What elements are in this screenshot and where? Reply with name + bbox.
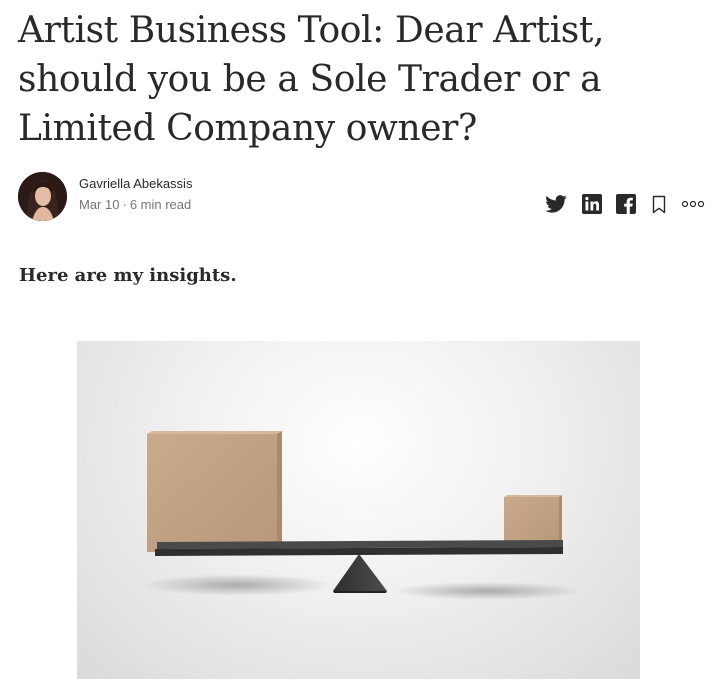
floor-shadow-left: [142, 574, 332, 596]
publish-date: Mar 10: [79, 197, 120, 212]
more-options-button[interactable]: [680, 193, 706, 215]
twitter-icon: [545, 195, 567, 213]
facebook-icon: [616, 194, 636, 214]
article-title: Artist Business Tool: Dear Artist, shoul…: [18, 10, 604, 149]
author-name[interactable]: Gavriella Abekassis: [79, 176, 192, 191]
small-box: [504, 495, 562, 547]
more-icon: [681, 200, 705, 208]
article-intro: Here are my insights.: [19, 265, 237, 286]
bookmark-icon: [652, 195, 666, 213]
facebook-share-button[interactable]: [615, 193, 637, 215]
hero-image: [77, 341, 640, 679]
seesaw-fulcrum: [333, 554, 387, 591]
twitter-share-button[interactable]: [544, 193, 568, 215]
bookmark-button[interactable]: [651, 193, 667, 215]
article-meta: Mar 10 · 6 min read: [79, 197, 191, 212]
floor-shadow-right: [392, 582, 582, 600]
meta-separator: ·: [122, 197, 127, 212]
seesaw-illustration: [142, 431, 582, 600]
linkedin-icon: [582, 194, 602, 214]
read-time: 6 min read: [129, 197, 192, 212]
large-box: [147, 431, 282, 552]
author-avatar[interactable]: [18, 172, 67, 221]
avatar-portrait: [18, 172, 67, 221]
seesaw-plank: [155, 540, 563, 556]
linkedin-share-button[interactable]: [581, 193, 603, 215]
